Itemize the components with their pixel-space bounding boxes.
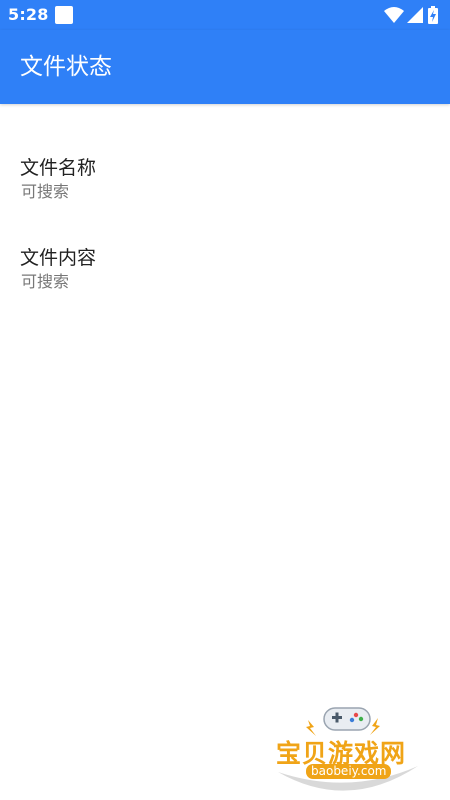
screen: 5:28 文件状态 文件名称 可搜索 文件内容 可搜索 宝贝游戏网 baobei… <box>0 0 450 800</box>
status-icons <box>384 6 444 24</box>
pref-title: 文件名称 <box>20 157 97 179</box>
page-title: 文件状态 <box>20 54 112 80</box>
battery-charging-icon <box>428 6 438 24</box>
notification-square-icon <box>55 6 73 24</box>
watermark-logo: 宝贝游戏网 baobeiy.com <box>268 700 428 800</box>
cell-signal-icon <box>407 7 423 23</box>
watermark-url: baobeiy.com <box>306 764 392 779</box>
pref-title: 文件内容 <box>20 247 97 269</box>
status-bar: 5:28 <box>0 0 450 30</box>
app-bar: 文件状态 <box>0 30 450 104</box>
pref-item-file-name[interactable]: 文件名称 可搜索 <box>0 155 450 245</box>
wifi-icon <box>384 7 404 23</box>
pref-summary: 可搜索 <box>21 272 70 291</box>
pref-item-file-content[interactable]: 文件内容 可搜索 <box>0 245 450 335</box>
pref-summary: 可搜索 <box>21 182 70 201</box>
status-time: 5:28 <box>8 5 49 24</box>
